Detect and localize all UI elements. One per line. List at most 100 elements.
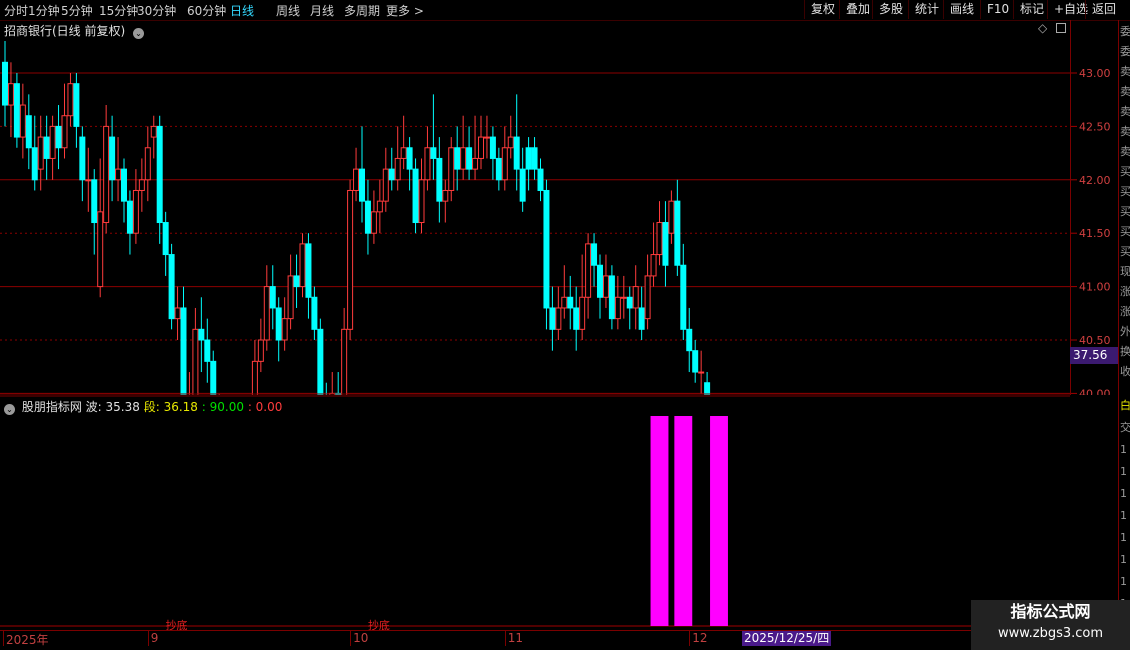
candle-body — [13, 83, 20, 138]
period-tab-3[interactable]: 15分钟 — [99, 2, 138, 19]
period-tab-1[interactable]: 1分钟 — [28, 2, 60, 19]
period-tab-5[interactable]: 60分钟 — [187, 2, 226, 19]
candle-body — [359, 168, 365, 202]
side-glyph: 卖 — [1120, 125, 1130, 138]
cursor-date: 2025/12/25/四 — [742, 631, 832, 646]
candle-body — [608, 275, 615, 320]
candle-body — [602, 275, 609, 298]
candle-body — [281, 318, 288, 341]
period-tab-0[interactable]: 分时 — [4, 2, 28, 19]
toolbar-button-5[interactable]: F10 — [980, 0, 1015, 19]
candle-body — [49, 125, 56, 159]
side-glyph: 卖 — [1120, 145, 1130, 158]
candle-body — [692, 350, 699, 373]
side-glyph: 1 — [1120, 465, 1127, 478]
candle-body — [204, 339, 211, 362]
candle-body — [394, 157, 401, 181]
period-tab-2[interactable]: 5分钟 — [61, 2, 93, 19]
period-tab-4[interactable]: 30分钟 — [137, 2, 176, 19]
candle-body — [472, 157, 479, 170]
candle-body — [525, 147, 532, 170]
side-glyph: 1 — [1120, 553, 1127, 566]
toolbar-button-2[interactable]: 多股 — [872, 0, 909, 19]
candle-body — [162, 222, 169, 256]
candle-body — [311, 296, 318, 330]
date-tick — [350, 630, 352, 646]
y-tick-label: 43.00 — [1079, 67, 1111, 80]
period-toolbar: 分时 1分钟 5分钟 15分钟 30分钟 60分钟 日线 周线 月线 多周期 更多 > 复权 叠加 多股统… — [0, 0, 1130, 21]
toolbar-button-6[interactable]: 标记 — [1013, 0, 1050, 19]
side-glyph: 外 — [1120, 325, 1130, 338]
candle-body — [686, 328, 693, 352]
candle-body — [109, 136, 116, 181]
candle-body — [364, 200, 371, 234]
period-tab-8[interactable]: 月线 — [310, 2, 334, 19]
candle-body — [614, 296, 621, 320]
candle-body — [466, 147, 473, 170]
candle-body — [43, 136, 50, 159]
candle-body — [317, 328, 324, 395]
period-tab-7[interactable]: 周线 — [276, 2, 300, 19]
date-tick — [147, 630, 149, 646]
y-tick-label: 40.00 — [1079, 387, 1111, 395]
side-glyph: 卖 — [1120, 85, 1130, 98]
period-tab-9[interactable]: 多周期 — [344, 2, 380, 19]
toolbar-button-0[interactable]: 复权 — [804, 0, 841, 19]
toolbar-button-1[interactable]: 叠加 — [839, 0, 876, 19]
side-glyph: 买 — [1120, 225, 1130, 238]
indicator-chart[interactable]: 抄底抄底抄底 — [0, 395, 1070, 630]
side-glyph: 买 — [1120, 205, 1130, 218]
candle-body — [483, 136, 490, 139]
date-label: 2025年 — [6, 633, 49, 647]
toolbar-button-4[interactable]: 画线 — [943, 0, 980, 19]
toolbar-button-8[interactable]: 返回 — [1085, 0, 1122, 19]
date-label: 11 — [507, 631, 524, 645]
date-tick — [504, 630, 506, 646]
signal-bar — [674, 416, 693, 626]
candle-body — [370, 211, 377, 234]
side-glyph: 1 — [1120, 487, 1127, 500]
candle-body — [7, 83, 14, 106]
candle-body — [698, 371, 705, 374]
candle-body — [341, 328, 348, 395]
candle-body — [632, 286, 639, 309]
candlestick-chart[interactable] — [0, 20, 1070, 395]
side-glyph: 1 — [1120, 531, 1127, 544]
candle-body — [97, 211, 104, 288]
side-glyph: 收 — [1120, 365, 1130, 378]
candle-body — [406, 147, 413, 170]
candle-body — [489, 136, 496, 159]
side-glyph: 卖 — [1120, 105, 1130, 118]
candle-body — [79, 136, 86, 181]
candle-body — [495, 157, 502, 181]
chaodi-label: 抄底 — [368, 618, 390, 630]
candle-body — [585, 243, 592, 298]
candle-body — [656, 222, 663, 256]
candle-body — [287, 275, 294, 320]
candle-body — [478, 136, 484, 159]
candle-body — [626, 296, 633, 309]
side-glyph: 委 — [1120, 45, 1130, 58]
toolbar-button-3[interactable]: 统计 — [908, 0, 945, 19]
candle-body — [418, 179, 425, 224]
side-glyph: 买 — [1120, 165, 1130, 178]
y-tick-label: 41.50 — [1079, 227, 1111, 240]
candle-body — [513, 136, 520, 170]
candle-body — [662, 222, 669, 266]
candle-body — [180, 307, 187, 395]
period-tab-10[interactable]: 更多 > — [386, 2, 424, 19]
candle-body — [680, 264, 687, 330]
price-axis: 43.0042.5042.0041.5041.0040.5040.0039.50… — [1070, 20, 1111, 395]
candle-body — [269, 286, 276, 309]
candle-body — [103, 125, 110, 224]
period-tab-6[interactable]: 日线 — [230, 2, 254, 19]
candle-body — [37, 136, 44, 170]
candle-body — [55, 125, 62, 149]
side-glyph: 1 — [1120, 443, 1127, 456]
candle-body — [19, 104, 26, 138]
candle-body — [91, 179, 98, 224]
candle-body — [388, 168, 395, 181]
candle-body — [168, 254, 175, 320]
side-glyph: 买 — [1120, 245, 1130, 258]
candle-body — [620, 296, 627, 299]
